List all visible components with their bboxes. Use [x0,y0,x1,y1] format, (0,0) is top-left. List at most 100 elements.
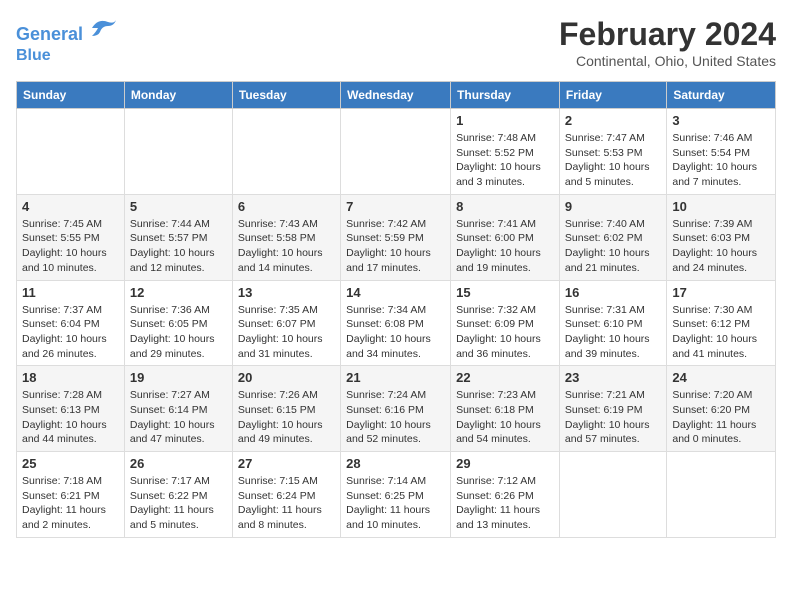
calendar-cell: 14 Sunrise: 7:34 AMSunset: 6:08 PMDayligh… [341,280,451,366]
calendar-cell: 24 Sunrise: 7:20 AMSunset: 6:20 PMDayligh… [667,366,776,452]
day-info: Sunrise: 7:39 AMSunset: 6:03 PMDaylight:… [672,217,770,276]
page-subtitle: Continental, Ohio, United States [559,53,776,69]
day-info: Sunrise: 7:17 AMSunset: 6:22 PMDaylight:… [130,474,227,533]
calendar-cell: 18 Sunrise: 7:28 AMSunset: 6:13 PMDayligh… [17,366,125,452]
calendar-week-4: 18 Sunrise: 7:28 AMSunset: 6:13 PMDayligh… [17,366,776,452]
calendar-cell: 28 Sunrise: 7:14 AMSunset: 6:25 PMDayligh… [341,452,451,538]
calendar-cell: 29 Sunrise: 7:12 AMSunset: 6:26 PMDayligh… [451,452,560,538]
calendar-cell: 25 Sunrise: 7:18 AMSunset: 6:21 PMDayligh… [17,452,125,538]
day-info: Sunrise: 7:20 AMSunset: 6:20 PMDaylight:… [672,388,770,447]
day-info: Sunrise: 7:42 AMSunset: 5:59 PMDaylight:… [346,217,445,276]
day-info: Sunrise: 7:30 AMSunset: 6:12 PMDaylight:… [672,303,770,362]
calendar-cell: 27 Sunrise: 7:15 AMSunset: 6:24 PMDayligh… [232,452,340,538]
day-number: 23 [565,370,661,385]
day-info: Sunrise: 7:21 AMSunset: 6:19 PMDaylight:… [565,388,661,447]
calendar-cell: 6 Sunrise: 7:43 AMSunset: 5:58 PMDaylight… [232,194,340,280]
calendar-cell: 23 Sunrise: 7:21 AMSunset: 6:19 PMDayligh… [559,366,666,452]
col-monday: Monday [124,82,232,109]
day-number: 29 [456,456,554,471]
day-number: 3 [672,113,770,128]
day-info: Sunrise: 7:36 AMSunset: 6:05 PMDaylight:… [130,303,227,362]
day-info: Sunrise: 7:15 AMSunset: 6:24 PMDaylight:… [238,474,335,533]
day-info: Sunrise: 7:18 AMSunset: 6:21 PMDaylight:… [22,474,119,533]
day-info: Sunrise: 7:44 AMSunset: 5:57 PMDaylight:… [130,217,227,276]
calendar-cell: 10 Sunrise: 7:39 AMSunset: 6:03 PMDayligh… [667,194,776,280]
day-info: Sunrise: 7:23 AMSunset: 6:18 PMDaylight:… [456,388,554,447]
calendar-week-2: 4 Sunrise: 7:45 AMSunset: 5:55 PMDaylight… [17,194,776,280]
day-number: 9 [565,199,661,214]
col-sunday: Sunday [17,82,125,109]
day-number: 12 [130,285,227,300]
calendar-cell: 21 Sunrise: 7:24 AMSunset: 6:16 PMDayligh… [341,366,451,452]
day-info: Sunrise: 7:14 AMSunset: 6:25 PMDaylight:… [346,474,445,533]
calendar-cell: 7 Sunrise: 7:42 AMSunset: 5:59 PMDaylight… [341,194,451,280]
calendar-cell: 11 Sunrise: 7:37 AMSunset: 6:04 PMDayligh… [17,280,125,366]
calendar-cell [17,109,125,195]
calendar-cell: 3 Sunrise: 7:46 AMSunset: 5:54 PMDaylight… [667,109,776,195]
calendar-cell: 16Sunrise: 7:31 AMSunset: 6:10 PMDayligh… [559,280,666,366]
page-header: General Blue February 2024 Continental, … [16,16,776,69]
day-number: 10 [672,199,770,214]
logo-blue: Blue [16,47,51,64]
day-number: 13 [238,285,335,300]
calendar-cell: 9 Sunrise: 7:40 AMSunset: 6:02 PMDaylight… [559,194,666,280]
day-info: Sunrise: 7:27 AMSunset: 6:14 PMDaylight:… [130,388,227,447]
day-number: 11 [22,285,119,300]
calendar-cell [232,109,340,195]
day-info: Sunrise: 7:48 AMSunset: 5:52 PMDaylight:… [456,131,554,190]
day-number: 8 [456,199,554,214]
calendar-week-3: 11 Sunrise: 7:37 AMSunset: 6:04 PMDayligh… [17,280,776,366]
logo-bird-icon [90,16,118,40]
calendar-cell [667,452,776,538]
day-info: Sunrise: 7:34 AMSunset: 6:08 PMDaylight:… [346,303,445,362]
calendar-cell: 26Sunrise: 7:17 AMSunset: 6:22 PMDayligh… [124,452,232,538]
calendar-cell: 8 Sunrise: 7:41 AMSunset: 6:00 PMDaylight… [451,194,560,280]
day-info: Sunrise: 7:32 AMSunset: 6:09 PMDaylight:… [456,303,554,362]
logo: General Blue [16,16,118,65]
day-number: 19 [130,370,227,385]
day-info: Sunrise: 7:35 AMSunset: 6:07 PMDaylight:… [238,303,335,362]
calendar-cell [559,452,666,538]
day-info: Sunrise: 7:12 AMSunset: 6:26 PMDaylight:… [456,474,554,533]
day-info: Sunrise: 7:45 AMSunset: 5:55 PMDaylight:… [22,217,119,276]
calendar-cell: 13 Sunrise: 7:35 AMSunset: 6:07 PMDayligh… [232,280,340,366]
day-info: Sunrise: 7:47 AMSunset: 5:53 PMDaylight:… [565,131,661,190]
calendar-cell: 5 Sunrise: 7:44 AMSunset: 5:57 PMDaylight… [124,194,232,280]
page-title: February 2024 [559,16,776,53]
day-number: 4 [22,199,119,214]
col-saturday: Saturday [667,82,776,109]
calendar-cell: 4 Sunrise: 7:45 AMSunset: 5:55 PMDaylight… [17,194,125,280]
calendar-cell: 2 Sunrise: 7:47 AMSunset: 5:53 PMDaylight… [559,109,666,195]
day-number: 20 [238,370,335,385]
calendar-cell: 22Sunrise: 7:23 AMSunset: 6:18 PMDayligh… [451,366,560,452]
calendar-cell: 12 Sunrise: 7:36 AMSunset: 6:05 PMDayligh… [124,280,232,366]
day-info: Sunrise: 7:26 AMSunset: 6:15 PMDaylight:… [238,388,335,447]
calendar-table: Sunday Monday Tuesday Wednesday Thursday… [16,81,776,538]
calendar-cell: 1Sunrise: 7:48 AMSunset: 5:52 PMDaylight… [451,109,560,195]
calendar-cell: 17Sunrise: 7:30 AMSunset: 6:12 PMDayligh… [667,280,776,366]
day-number: 5 [130,199,227,214]
title-block: February 2024 Continental, Ohio, United … [559,16,776,69]
day-number: 18 [22,370,119,385]
day-info: Sunrise: 7:41 AMSunset: 6:00 PMDaylight:… [456,217,554,276]
day-number: 21 [346,370,445,385]
calendar-cell [124,109,232,195]
day-info: Sunrise: 7:46 AMSunset: 5:54 PMDaylight:… [672,131,770,190]
day-number: 16 [565,285,661,300]
day-info: Sunrise: 7:43 AMSunset: 5:58 PMDaylight:… [238,217,335,276]
day-number: 15 [456,285,554,300]
day-number: 28 [346,456,445,471]
calendar-cell [341,109,451,195]
day-number: 25 [22,456,119,471]
day-number: 27 [238,456,335,471]
day-info: Sunrise: 7:28 AMSunset: 6:13 PMDaylight:… [22,388,119,447]
day-number: 24 [672,370,770,385]
day-number: 14 [346,285,445,300]
calendar-week-1: 1Sunrise: 7:48 AMSunset: 5:52 PMDaylight… [17,109,776,195]
day-info: Sunrise: 7:37 AMSunset: 6:04 PMDaylight:… [22,303,119,362]
day-info: Sunrise: 7:24 AMSunset: 6:16 PMDaylight:… [346,388,445,447]
day-info: Sunrise: 7:40 AMSunset: 6:02 PMDaylight:… [565,217,661,276]
day-number: 6 [238,199,335,214]
day-number: 2 [565,113,661,128]
day-number: 7 [346,199,445,214]
